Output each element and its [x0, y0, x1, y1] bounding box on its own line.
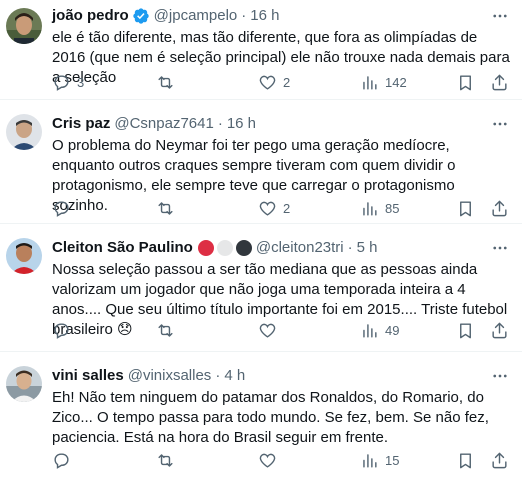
retweet-button[interactable]	[156, 451, 181, 470]
views-button[interactable]: 15	[360, 451, 399, 470]
like-button[interactable]	[258, 451, 283, 470]
share-button[interactable]	[490, 451, 509, 470]
tweet[interactable]: Cris paz @Csnpaz7641 · 16 h O problema d…	[0, 100, 522, 224]
views-count: 49	[385, 322, 400, 338]
user-handle[interactable]: @vinixsalles	[128, 366, 212, 386]
like-count: 2	[283, 200, 291, 216]
views-count: 142	[385, 74, 407, 90]
verified-badge-icon	[132, 7, 150, 25]
reply-icon	[54, 452, 69, 469]
red-circle-icon	[197, 240, 214, 256]
reply-icon	[54, 74, 69, 91]
views-chart-icon	[363, 453, 377, 468]
like-button[interactable]	[258, 321, 283, 340]
like-count: 2	[283, 74, 291, 90]
tweet-header: vini salles @vinixsalles · 4 h	[52, 366, 512, 386]
timestamp[interactable]: 4 h	[224, 366, 245, 386]
share-button[interactable]	[490, 73, 509, 92]
retweet-icon	[158, 75, 173, 89]
tweet-actions: 49	[52, 320, 512, 340]
black-circle-icon	[235, 240, 252, 256]
tweet-header: joão pedro @jpcampelo · 16 h	[52, 6, 512, 26]
views-button[interactable]: 85	[360, 199, 399, 218]
views-count: 85	[385, 200, 400, 216]
tweet-actions: 2 85	[52, 198, 512, 218]
tweet-header: Cris paz @Csnpaz7641 · 16 h	[52, 114, 512, 134]
tweet[interactable]: joão pedro @jpcampelo · 16 h ele é tão d…	[0, 0, 522, 100]
reply-button[interactable]: 3	[52, 73, 84, 92]
reply-button[interactable]	[52, 199, 77, 218]
retweet-button[interactable]	[156, 73, 181, 92]
more-options-icon[interactable]	[490, 114, 510, 134]
more-options-icon[interactable]	[490, 6, 510, 26]
timestamp[interactable]: 16 h	[227, 114, 256, 134]
share-icon	[492, 74, 507, 90]
separator-dot: ·	[241, 7, 247, 24]
views-button[interactable]: 142	[360, 73, 407, 92]
share-icon	[492, 200, 507, 216]
retweet-icon	[158, 201, 173, 215]
views-button[interactable]: 49	[360, 321, 399, 340]
display-name[interactable]: Cleiton São Paulino	[52, 238, 193, 258]
tweet-actions: 3 2 142	[52, 72, 512, 92]
reply-icon	[54, 200, 69, 217]
display-name[interactable]: Cris paz	[52, 114, 110, 134]
share-icon	[492, 452, 507, 468]
avatar[interactable]	[6, 238, 42, 274]
bookmark-button[interactable]	[456, 73, 475, 92]
bookmark-button[interactable]	[456, 321, 475, 340]
timestamp[interactable]: 5 h	[357, 238, 378, 258]
tweet-actions: 15	[52, 450, 512, 470]
tweet[interactable]: vini salles @vinixsalles · 4 h Eh! Não t…	[0, 352, 522, 482]
separator-dot: ·	[217, 115, 223, 132]
heart-icon	[259, 453, 276, 468]
more-options-icon[interactable]	[490, 366, 510, 386]
avatar[interactable]	[6, 8, 42, 44]
reply-button[interactable]	[52, 451, 77, 470]
views-chart-icon	[363, 323, 377, 338]
views-count: 15	[385, 452, 400, 468]
retweet-button[interactable]	[156, 321, 181, 340]
tweet-header: Cleiton São Paulino @cleiton23tri · 5 h	[52, 238, 512, 258]
bookmark-icon	[460, 200, 471, 216]
views-chart-icon	[363, 201, 377, 216]
share-button[interactable]	[490, 199, 509, 218]
reply-count: 3	[77, 74, 85, 90]
timestamp[interactable]: 16 h	[250, 6, 279, 26]
bookmark-icon	[460, 322, 471, 338]
display-name[interactable]: joão pedro	[52, 6, 129, 26]
avatar[interactable]	[6, 114, 42, 150]
reply-timeline: joão pedro @jpcampelo · 16 h ele é tão d…	[0, 0, 522, 482]
retweet-button[interactable]	[156, 199, 181, 218]
share-icon	[492, 322, 507, 338]
heart-icon	[259, 323, 276, 338]
tweet[interactable]: Cleiton São Paulino @cleiton23tri · 5 h …	[0, 224, 522, 352]
share-button[interactable]	[490, 321, 509, 340]
separator-dot: ·	[347, 239, 353, 256]
bookmark-button[interactable]	[456, 199, 475, 218]
user-handle[interactable]: @jpcampelo	[154, 6, 238, 26]
like-button[interactable]: 2	[258, 199, 290, 218]
retweet-icon	[158, 323, 173, 337]
avatar[interactable]	[6, 366, 42, 402]
bookmark-button[interactable]	[456, 451, 475, 470]
user-handle[interactable]: @cleiton23tri	[256, 238, 344, 258]
tweet-text: Eh! Não tem ninguem do patamar dos Ronal…	[52, 389, 489, 446]
separator-dot: ·	[215, 367, 221, 384]
heart-icon	[259, 75, 276, 90]
like-button[interactable]: 2	[258, 73, 290, 92]
white-circle-icon	[216, 240, 233, 256]
display-name[interactable]: vini salles	[52, 366, 124, 386]
reply-icon	[54, 322, 69, 339]
more-options-icon[interactable]	[490, 238, 510, 258]
bookmark-icon	[460, 74, 471, 90]
bookmark-icon	[460, 452, 471, 468]
heart-icon	[259, 201, 276, 216]
retweet-icon	[158, 453, 173, 467]
views-chart-icon	[363, 75, 377, 90]
reply-button[interactable]	[52, 321, 77, 340]
user-handle[interactable]: @Csnpaz7641	[114, 114, 213, 134]
